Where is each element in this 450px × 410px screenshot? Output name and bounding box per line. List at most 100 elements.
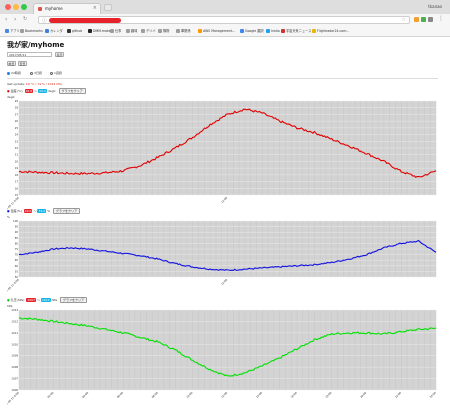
y-tick-label: 1009	[11, 354, 18, 358]
radio-label: 24時間	[11, 71, 21, 75]
y-tick-label: 1010	[11, 342, 18, 346]
tab-title: myhome	[45, 6, 63, 11]
clear-graph-button[interactable]: グラフをクリア	[60, 297, 88, 303]
date-input[interactable]: 2017/05/11	[7, 52, 52, 57]
bookmark-item[interactable]: github	[67, 28, 82, 34]
next-day-button[interactable]: 翌日	[18, 61, 27, 66]
forward-arrow-icon[interactable]: ›	[14, 16, 16, 23]
x-tick-label: 02:00	[46, 391, 54, 399]
x-tick-label: 10:00	[185, 391, 193, 399]
radio-3days[interactable]: 3日間	[30, 71, 42, 75]
radio-24h[interactable]: 24時間	[7, 71, 21, 75]
bookmark-item[interactable]: 仕事	[110, 28, 121, 34]
clear-graph-button[interactable]: グラフをクリア	[53, 208, 81, 214]
tab-strip: myhome × tkanao	[0, 0, 450, 15]
y-tick-label: 65	[15, 258, 19, 262]
reload-icon[interactable]: ↻	[23, 16, 27, 23]
back-arrow-icon[interactable]: ‹	[5, 16, 7, 23]
extension-icon[interactable]	[428, 17, 433, 22]
new-tab-button[interactable]	[104, 4, 112, 11]
menu-icon[interactable]: ⋮	[438, 15, 444, 22]
temperature-chart: 2928272625242322212019181716152017-05-11…	[7, 99, 437, 211]
bookmark-label: Flightradar24.com...	[317, 29, 350, 33]
extension-icon[interactable]	[421, 17, 426, 22]
series-dot-icon: ●	[7, 89, 10, 93]
bookmark-label: 購物	[163, 29, 170, 33]
y-tick-label: 60	[15, 264, 19, 268]
show-button[interactable]: 表示	[55, 52, 64, 57]
bookmark-item[interactable]: アプリ	[5, 28, 20, 34]
y-tick-label: 27	[15, 112, 19, 116]
close-tab-icon[interactable]: ×	[93, 5, 97, 11]
temperature-legend: ● 温度(°C) 18.8 〜 23.2 degC グラフをクリア	[7, 88, 86, 94]
bookmark-item[interactable]: Bookmarks	[20, 28, 43, 34]
page-title: 我が家/myhome	[7, 41, 65, 49]
bookmark-icon	[240, 28, 244, 33]
bookmark-item[interactable]: 購物	[158, 28, 169, 34]
star-icon[interactable]: ☆	[402, 17, 406, 23]
bookmark-icon	[5, 28, 9, 33]
series-dot-icon: ●	[7, 209, 10, 213]
y-tick-label: 1008	[11, 365, 18, 369]
bookmark-label: Bookmarks	[25, 29, 43, 33]
x-tick-label: 08:00	[151, 391, 159, 399]
y-tick-label: 28	[15, 106, 19, 110]
bookmark-label: DMM.make	[93, 29, 111, 33]
bookmark-item[interactable]: Google 翻訳	[240, 28, 264, 34]
y-tick-label: 95	[15, 225, 19, 229]
redacted-url	[49, 18, 121, 23]
x-tick-label: 2017-05-11 0:00	[7, 278, 20, 293]
unit-label: %	[47, 209, 51, 213]
bookmark-icon	[141, 28, 145, 33]
bookmark-label: 宇宙天気ニュース	[286, 29, 312, 33]
address-bar[interactable]: ⓘ ☆	[38, 16, 410, 24]
page-info-icon[interactable]: ⓘ	[42, 17, 47, 24]
status-line: last update: 18 °C / 74 % / 1012 hPa	[7, 82, 62, 86]
radio-unchecked-icon	[50, 71, 53, 75]
bookmark-item[interactable]: デリバ	[141, 28, 156, 34]
close-window-icon[interactable]	[5, 4, 11, 10]
unit-label: hPa	[51, 298, 58, 302]
x-tick-label: 04:00	[81, 391, 89, 399]
bookmark-item[interactable]: 趣味	[126, 28, 137, 34]
pressure-chart: 101310121011101010091008100710062017-05-…	[7, 308, 437, 406]
unit-label: degC	[47, 89, 56, 93]
radio-unchecked-icon	[30, 71, 33, 75]
humidity-legend: ● 湿度(%) 60.0 〜 74.0% グラフをクリア	[7, 208, 81, 214]
bookmark-icon	[198, 28, 202, 33]
bookmark-item[interactable]: カレンダ	[45, 28, 63, 34]
browser-window: myhome × tkanao ‹ › ↻ ⓘ ☆ ⋮ アプリ Bookmarks…	[0, 0, 450, 410]
y-tick-label: 23	[15, 139, 19, 143]
tab-myhome[interactable]: myhome ×	[33, 3, 101, 14]
bookmark-icon	[20, 28, 24, 33]
bookmark-icon	[126, 28, 130, 33]
radio-checked-icon	[7, 71, 10, 75]
series-dot-icon: ●	[7, 298, 10, 302]
bookmark-icon	[110, 28, 114, 33]
maximize-window-icon[interactable]	[21, 4, 27, 10]
profile-name[interactable]: tkanao	[428, 4, 442, 9]
radio-1week[interactable]: 1週間	[50, 71, 62, 75]
prev-day-button[interactable]: 前日	[7, 61, 16, 66]
bookmark-item[interactable]: Flightradar24.com...	[312, 28, 349, 34]
bookmark-item[interactable]: DMM.make	[88, 28, 111, 34]
bookmark-label: アプリ	[10, 29, 20, 33]
y-tick-label: 29	[15, 99, 19, 103]
x-tick-label: 12:00	[220, 196, 228, 204]
bookmark-item[interactable]: AWS Management...	[198, 28, 235, 34]
pressure-legend: ● 気圧(hPa) 1007 〜 1012 hPa グラフをクリア	[7, 297, 88, 303]
bookmark-item[interactable]: 車関係	[176, 28, 191, 34]
y-tick-label: 1011	[11, 331, 18, 335]
y-tick-label: 70	[15, 253, 19, 257]
y-tick-label: 21	[15, 153, 19, 157]
extension-icon[interactable]	[414, 17, 419, 22]
minimize-window-icon[interactable]	[13, 4, 19, 10]
clear-graph-button[interactable]: グラフをクリア	[58, 88, 86, 94]
y-tick-label: 90	[15, 230, 19, 234]
legend-suffix: (%)	[16, 209, 22, 213]
y-tick-label: 16	[15, 186, 19, 190]
bookmark-item[interactable]: Instio	[266, 28, 280, 34]
page-content: 我が家/myhome 2017/05/11 表示 前日 翌日 24時間 3日間 …	[0, 37, 450, 410]
bookmark-item[interactable]: 宇宙天気ニュース	[281, 28, 311, 34]
bookmark-icon	[45, 28, 49, 33]
